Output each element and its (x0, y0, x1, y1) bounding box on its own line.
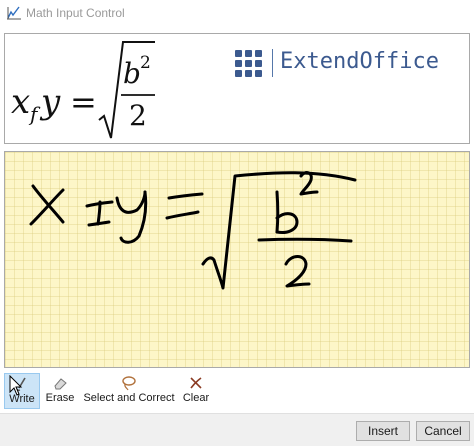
ink-stroke-equals (167, 192, 204, 200)
cancel-button[interactable]: Cancel (416, 421, 470, 441)
formula-lhs-var: y (39, 82, 61, 122)
formula-lhs-base: x (11, 82, 30, 122)
brand-separator (272, 49, 273, 77)
ink-stroke-x (29, 188, 65, 226)
ink-stroke-2-denominator (284, 255, 311, 288)
window-title: Math Input Control (26, 6, 125, 20)
formula-numerator-base: b (123, 57, 141, 90)
ink-stroke-fraction-bar (257, 237, 353, 243)
ink-stroke-f (87, 220, 111, 227)
mouse-cursor-icon (9, 375, 23, 396)
erase-tool-label: Erase (45, 392, 75, 404)
handwritten-ink-strokes (29, 171, 357, 290)
clear-icon (190, 377, 202, 389)
clear-tool-button[interactable]: Clear (180, 373, 212, 409)
insert-button[interactable]: Insert (356, 421, 410, 441)
formula-preview-panel: x f y = b 2 2 ExtendOffice (4, 33, 470, 144)
ink-stroke-y (115, 190, 147, 214)
select-and-correct-tool-button[interactable]: Select and Correct (82, 373, 176, 409)
ink-stroke-b (275, 212, 299, 234)
brand-name: ExtendOffice (280, 49, 439, 74)
formula-equals: = (70, 83, 97, 121)
handwriting-ink-pad[interactable] (4, 151, 470, 368)
select-and-correct-tool-label: Select and Correct (83, 392, 175, 404)
ink-stroke-equals (165, 210, 200, 220)
formula-denominator: 2 (129, 99, 147, 132)
clear-tool-label: Clear (182, 392, 210, 404)
dialog-button-bar: Insert Cancel (0, 413, 474, 446)
ink-stroke-2-exp (299, 171, 319, 196)
math-input-window: Math Input Control x f y = b 2 2 ExtendO… (0, 0, 474, 446)
erase-tool-button[interactable]: Erase (43, 373, 77, 409)
ink-toolbar: Write Erase Select and Correct Clear (0, 370, 474, 412)
eraser-icon (54, 378, 67, 390)
ink-stroke-b (275, 190, 280, 234)
recognized-formula: x f y = b 2 2 (11, 41, 155, 139)
formula-numerator-exponent: 2 (140, 53, 151, 73)
formula-lhs-subscript: f (28, 102, 41, 126)
lasso-icon (122, 376, 136, 391)
grid-logo-icon (235, 50, 262, 77)
title-bar: Math Input Control (0, 0, 474, 28)
math-input-app-icon (7, 6, 21, 20)
ink-stroke-radical (201, 171, 357, 290)
